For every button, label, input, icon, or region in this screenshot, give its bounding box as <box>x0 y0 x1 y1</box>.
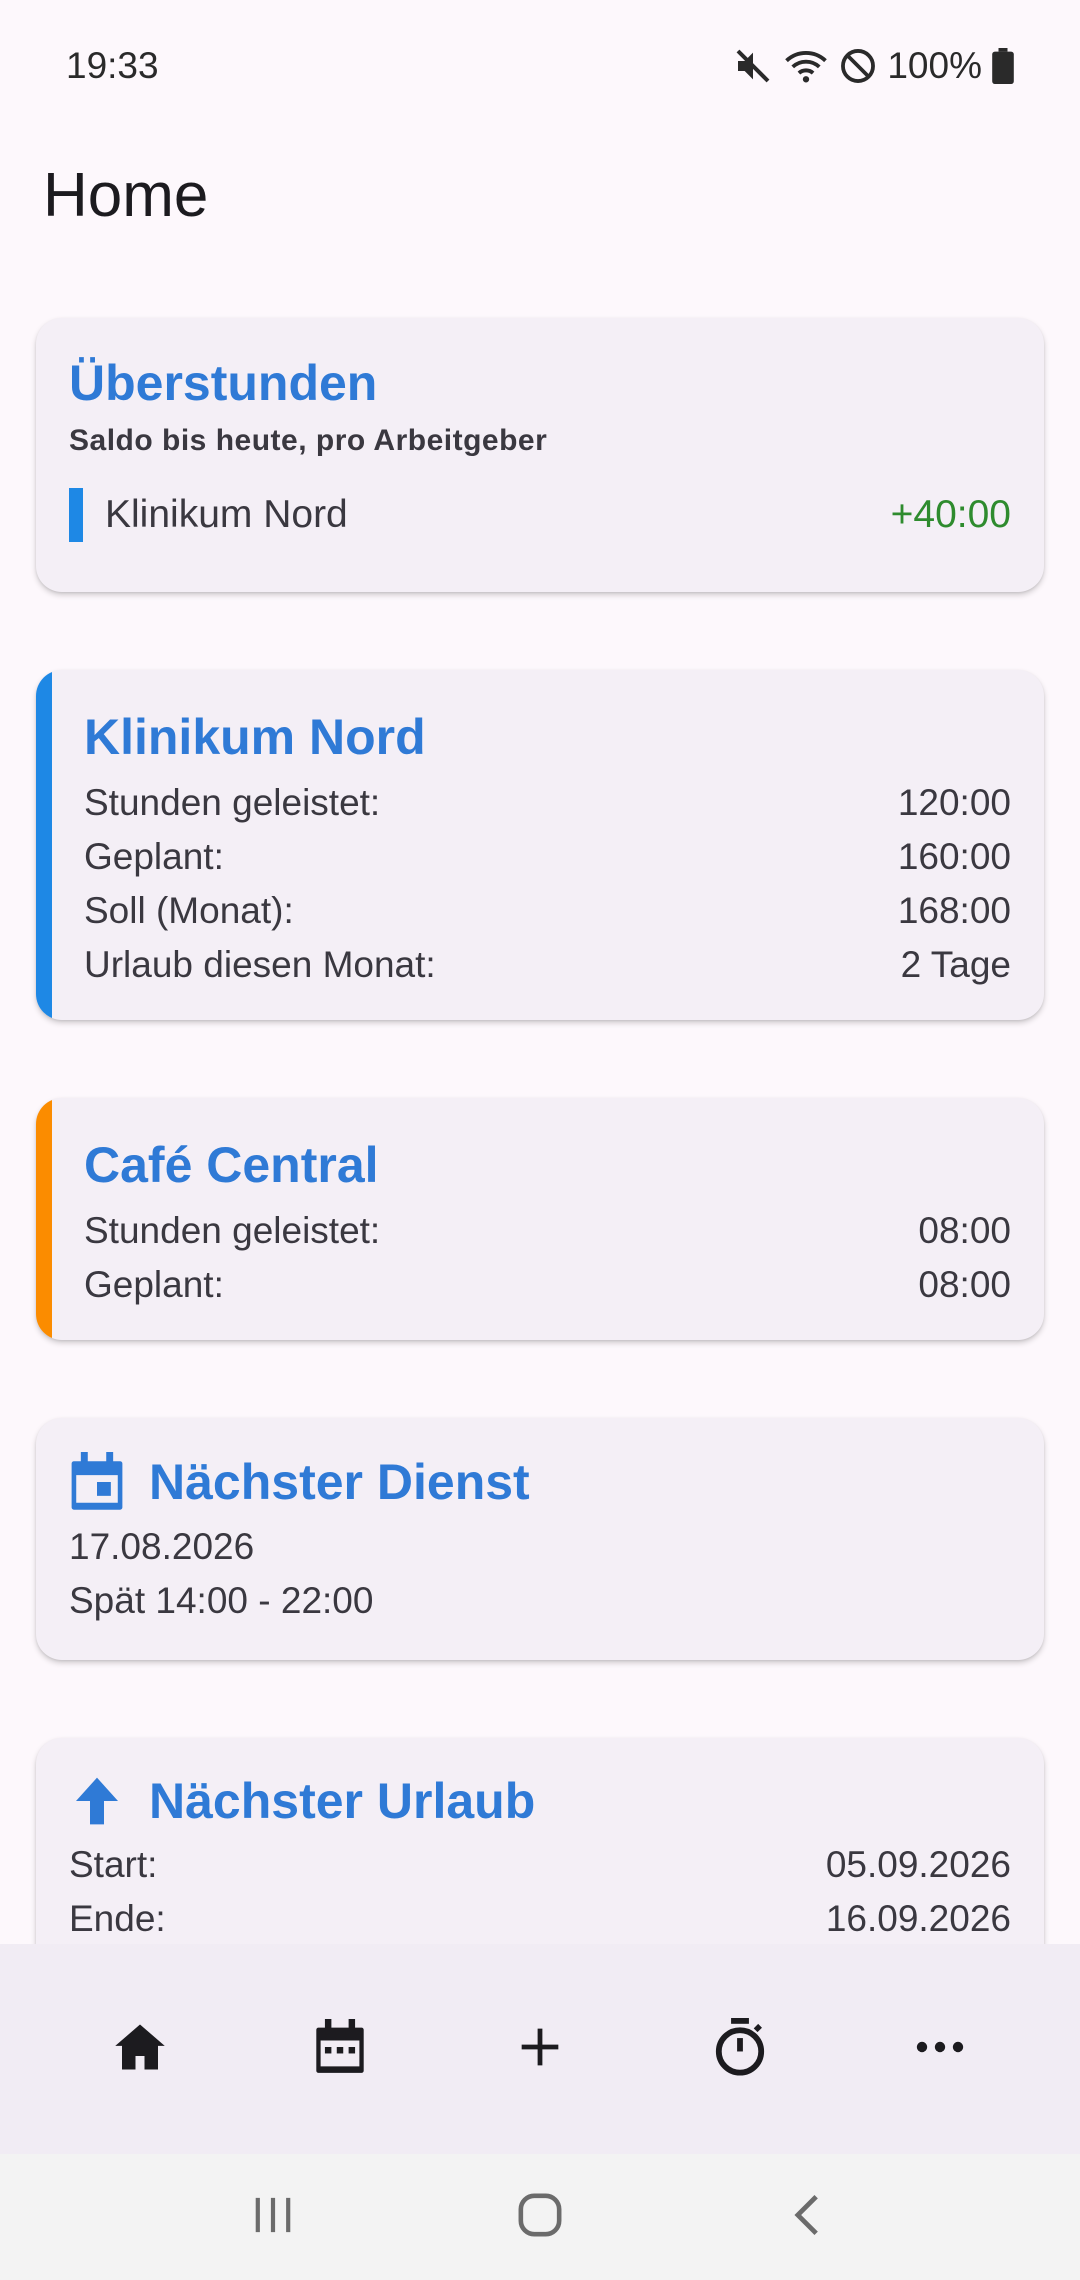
nav-timer[interactable] <box>670 1979 810 2119</box>
overtime-card: Überstunden Saldo bis heute, pro Arbeitg… <box>36 318 1044 592</box>
stat-label: Geplant: <box>84 1264 224 1305</box>
overtime-balance: +40:00 <box>890 493 1011 536</box>
stat-value: 08:00 <box>918 1210 1011 1251</box>
stat-row: Stunden geleistet: 08:00 <box>84 1204 1011 1258</box>
arrow-up-icon <box>69 1773 125 1829</box>
back-chevron-icon <box>792 2193 822 2242</box>
nav-more[interactable] <box>870 1979 1010 2119</box>
next-shift-title: Nächster Dienst <box>149 1454 530 1510</box>
stat-row: Soll (Monat): 168:00 <box>84 884 1011 938</box>
mute-icon <box>733 46 773 86</box>
stat-label: Stunden geleistet: <box>84 1210 381 1251</box>
overtime-subtitle: Saldo bis heute, pro Arbeitgeber <box>69 424 548 457</box>
recent-apps-icon <box>251 2196 295 2239</box>
overtime-title: Überstunden <box>69 355 378 411</box>
stat-row: Geplant: 160:00 <box>84 830 1011 884</box>
nav-add[interactable] <box>470 1979 610 2119</box>
stat-label: Soll (Monat): <box>84 890 294 931</box>
stat-row: Stunden geleistet: 120:00 <box>84 776 1011 830</box>
battery-text: 100% <box>887 45 982 86</box>
nav-home[interactable] <box>70 1979 210 2119</box>
stat-value: 168:00 <box>897 890 1011 931</box>
stat-label: Stunden geleistet: <box>84 782 381 823</box>
stat-label: Geplant: <box>84 836 224 877</box>
overtime-row: Klinikum Nord +40:00 <box>69 488 1011 542</box>
add-icon <box>518 2025 562 2074</box>
nav-calendar[interactable] <box>270 1979 410 2119</box>
calendar-icon <box>69 1452 125 1512</box>
timer-icon <box>713 2017 767 2081</box>
vacation-label: Ende: <box>69 1898 166 1939</box>
more-icon <box>916 2040 964 2059</box>
stat-value: 2 Tage <box>900 944 1011 985</box>
wifi-icon <box>783 46 829 86</box>
employer-name: Café Central <box>84 1137 379 1193</box>
home-circle-icon <box>517 2192 563 2243</box>
overtime-employer: Klinikum Nord <box>105 493 348 536</box>
stat-label: Urlaub diesen Monat: <box>84 944 436 985</box>
stat-value: 120:00 <box>897 782 1011 823</box>
recent-apps-button[interactable] <box>213 2167 333 2267</box>
status-icons: 100% <box>733 45 1014 87</box>
vacation-label: Start: <box>69 1844 158 1885</box>
battery-icon <box>992 48 1014 84</box>
stat-value: 160:00 <box>897 836 1011 877</box>
employer-name: Klinikum Nord <box>84 709 426 765</box>
calendar-icon <box>314 2018 366 2080</box>
next-shift-date: 17.08.2026 <box>69 1526 255 1567</box>
employer-card-klinikum-nord[interactable]: Klinikum Nord Stunden geleistet: 120:00 … <box>36 670 1044 1020</box>
employer-color-bar <box>69 488 83 542</box>
stat-row: Urlaub diesen Monat: 2 Tage <box>84 938 1011 992</box>
next-shift-card[interactable]: Nächster Dienst 17.08.2026 Spät 14:00 - … <box>36 1418 1044 1660</box>
vacation-value: 05.09.2026 <box>825 1844 1011 1885</box>
next-vacation-header: Nächster Urlaub <box>69 1772 1011 1830</box>
vacation-row: Ende: 16.09.2026 <box>69 1892 1011 1944</box>
next-vacation-title: Nächster Urlaub <box>149 1773 536 1829</box>
back-button[interactable] <box>747 2167 867 2267</box>
screen: 19:33 100% Home Überstunden Saldo bis he… <box>0 0 1080 2280</box>
employer-accent-bar <box>36 670 52 1020</box>
next-shift-header: Nächster Dienst <box>69 1452 1011 1512</box>
home-icon <box>113 2022 167 2077</box>
next-shift-time: Spät 14:00 - 22:00 <box>69 1580 374 1621</box>
do-not-disturb-icon <box>839 47 877 85</box>
content-scroll[interactable]: 19:33 100% Home Überstunden Saldo bis he… <box>0 0 1080 1944</box>
bottom-nav <box>0 1944 1080 2154</box>
status-time: 19:33 <box>66 45 159 86</box>
next-vacation-card[interactable]: Nächster Urlaub Start: 05.09.2026 Ende: … <box>36 1738 1044 1944</box>
vacation-value: 16.09.2026 <box>825 1898 1011 1939</box>
page-title: Home <box>43 161 209 230</box>
system-nav-bar <box>0 2154 1080 2280</box>
vacation-row: Start: 05.09.2026 <box>69 1838 1011 1892</box>
stat-value: 08:00 <box>918 1264 1011 1305</box>
employer-card-cafe-central[interactable]: Café Central Stunden geleistet: 08:00 Ge… <box>36 1098 1044 1340</box>
status-bar: 19:33 100% <box>0 0 1080 132</box>
home-system-button[interactable] <box>480 2167 600 2267</box>
stat-row: Geplant: 08:00 <box>84 1258 1011 1312</box>
employer-accent-bar <box>36 1098 52 1340</box>
